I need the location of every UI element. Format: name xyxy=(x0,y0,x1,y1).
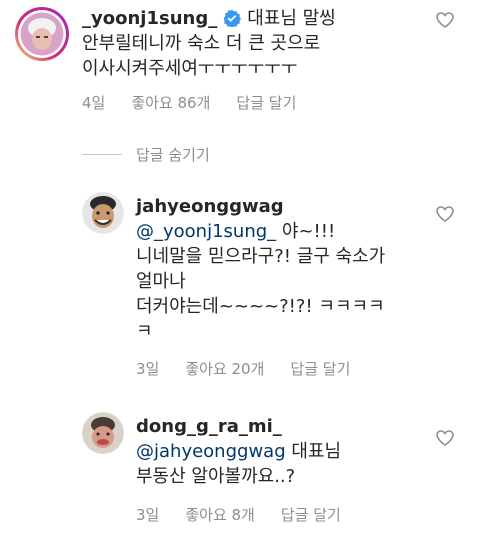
comment-username[interactable]: _yoonj1sung_ xyxy=(82,8,217,29)
avatar[interactable] xyxy=(82,412,124,454)
like-heart-icon[interactable] xyxy=(436,430,454,446)
comment-meta: 3일 좋아요 20개 답글 달기 xyxy=(136,358,376,379)
comment-time: 4일 xyxy=(82,94,106,112)
user-avatar-icon xyxy=(82,412,124,454)
user-avatar-icon xyxy=(82,192,124,234)
comment-likes[interactable]: 좋아요 20개 xyxy=(185,360,264,378)
like-heart-icon[interactable] xyxy=(436,206,454,222)
comment-body-line: 부동산 알아볼까요..? xyxy=(136,466,296,487)
comment-body-line: 이사시켜주세여ㅜㅜㅜㅜㅜㅜ xyxy=(82,58,298,79)
divider xyxy=(82,153,122,155)
like-heart-icon[interactable] xyxy=(436,12,454,28)
reply-button[interactable]: 답글 달기 xyxy=(281,506,341,524)
verified-badge-icon xyxy=(224,9,242,27)
comment-meta: 4일 좋아요 86개 답글 달기 xyxy=(82,92,322,113)
comment-body-line: 대표님 xyxy=(285,441,342,462)
mention-link[interactable]: @jahyeonggwag xyxy=(136,441,286,462)
comment-item: _yoonj1sung_ 대표님 말씽 안부릴테니까 숙소 더 큰 곳으로 이사시… xyxy=(0,0,480,130)
comment-username[interactable]: dong_g_ra_mi_ xyxy=(136,416,282,437)
comment-username[interactable]: jahyeonggwag xyxy=(136,196,284,217)
comment-time: 3일 xyxy=(136,360,160,378)
comment-body-line: 더커야는데~~~~?!?! ㅋㅋㅋㅋ xyxy=(136,296,385,317)
comment-item: jahyeonggwag @_yoonj1sung_ 야~!!! 니네말을 믿으… xyxy=(0,190,480,390)
mention-link[interactable]: @_yoonj1sung_ xyxy=(136,221,276,242)
comment-text: dong_g_ra_mi_ @jahyeonggwag 대표님 부동산 알아볼까… xyxy=(136,414,426,489)
comment-body-line: 대표님 말씽 xyxy=(247,8,336,29)
avatar[interactable] xyxy=(14,6,70,62)
comment-body-line: 야~!!! xyxy=(276,221,336,242)
avatar[interactable] xyxy=(82,192,124,234)
comment-likes[interactable]: 좋아요 8개 xyxy=(185,506,255,524)
hide-replies-button[interactable]: 답글 숨기기 xyxy=(136,144,210,165)
comment-body-line: ㅋ xyxy=(136,321,153,342)
hide-replies-row[interactable]: 답글 숨기기 xyxy=(82,143,210,165)
comment-text: jahyeonggwag @_yoonj1sung_ 야~!!! 니네말을 믿으… xyxy=(136,194,426,344)
comment-likes[interactable]: 좋아요 86개 xyxy=(131,94,210,112)
comment-text: _yoonj1sung_ 대표님 말씽 안부릴테니까 숙소 더 큰 곳으로 이사시… xyxy=(82,6,422,81)
comment-item: dong_g_ra_mi_ @jahyeonggwag 대표님 부동산 알아볼까… xyxy=(0,410,480,538)
comment-body-line: 얼마나 xyxy=(136,271,186,292)
comments-page: _yoonj1sung_ 대표님 말씽 안부릴테니까 숙소 더 큰 곳으로 이사시… xyxy=(0,0,480,540)
comment-body-line: 니네말을 믿으라구?! 글구 숙소가 xyxy=(136,246,386,267)
reply-button[interactable]: 답글 달기 xyxy=(236,94,296,112)
story-ring-avatar-icon xyxy=(15,7,69,61)
comment-body-line: 안부릴테니까 숙소 더 큰 곳으로 xyxy=(82,33,321,54)
comment-meta: 3일 좋아요 8개 답글 달기 xyxy=(136,504,367,525)
reply-button[interactable]: 답글 달기 xyxy=(290,360,350,378)
comment-time: 3일 xyxy=(136,506,160,524)
